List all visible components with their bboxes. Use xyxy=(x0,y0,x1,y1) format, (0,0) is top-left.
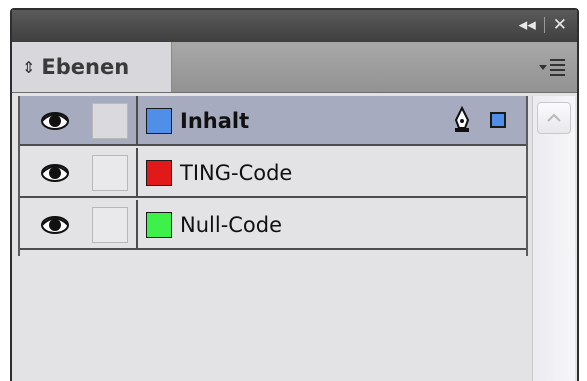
layer-row-ting-code[interactable]: TING-Code xyxy=(20,148,526,198)
layer-color-swatch xyxy=(146,212,172,238)
tab-label: Ebenen xyxy=(41,55,130,79)
layer-color-swatch xyxy=(146,108,172,134)
panel-menu-icon[interactable] xyxy=(537,56,567,78)
panel-tab-row: ⇕ Ebenen xyxy=(12,42,577,93)
close-panel-button[interactable]: ✕ xyxy=(553,15,567,35)
layer-list: Inhalt TING-Code Null-Code xyxy=(18,96,528,256)
scroll-up-button[interactable] xyxy=(537,102,571,134)
layer-name: Null-Code xyxy=(180,213,283,237)
tab-ebenen[interactable]: ⇕ Ebenen xyxy=(12,42,172,92)
lock-toggle[interactable] xyxy=(92,103,128,139)
row-divider xyxy=(136,148,138,196)
eye-icon[interactable] xyxy=(40,214,70,236)
layer-row-null-code[interactable]: Null-Code xyxy=(20,200,526,250)
panel-titlebar: ◂◂ ✕ xyxy=(12,10,577,42)
layer-row-inhalt[interactable]: Inhalt xyxy=(20,96,526,146)
row-divider xyxy=(136,200,138,248)
collapse-panel-button[interactable]: ◂◂ xyxy=(519,15,536,35)
eye-icon[interactable] xyxy=(40,110,70,132)
layers-panel: ◂◂ ✕ ⇕ Ebenen Inhalt TING-Code Null-Code xyxy=(10,8,579,381)
pen-icon xyxy=(454,106,470,132)
lock-toggle[interactable] xyxy=(92,155,128,191)
layer-color-swatch xyxy=(146,160,172,186)
selection-indicator[interactable] xyxy=(490,112,506,128)
eye-icon[interactable] xyxy=(40,162,70,184)
tab-arrows-icon: ⇕ xyxy=(22,57,36,77)
row-divider xyxy=(136,96,138,144)
layer-name: TING-Code xyxy=(180,161,293,185)
lock-toggle[interactable] xyxy=(92,207,128,243)
layer-name: Inhalt xyxy=(180,109,250,133)
scrollbar[interactable] xyxy=(532,96,575,381)
scroll-up-icon xyxy=(547,113,561,122)
titlebar-separator xyxy=(543,17,545,33)
